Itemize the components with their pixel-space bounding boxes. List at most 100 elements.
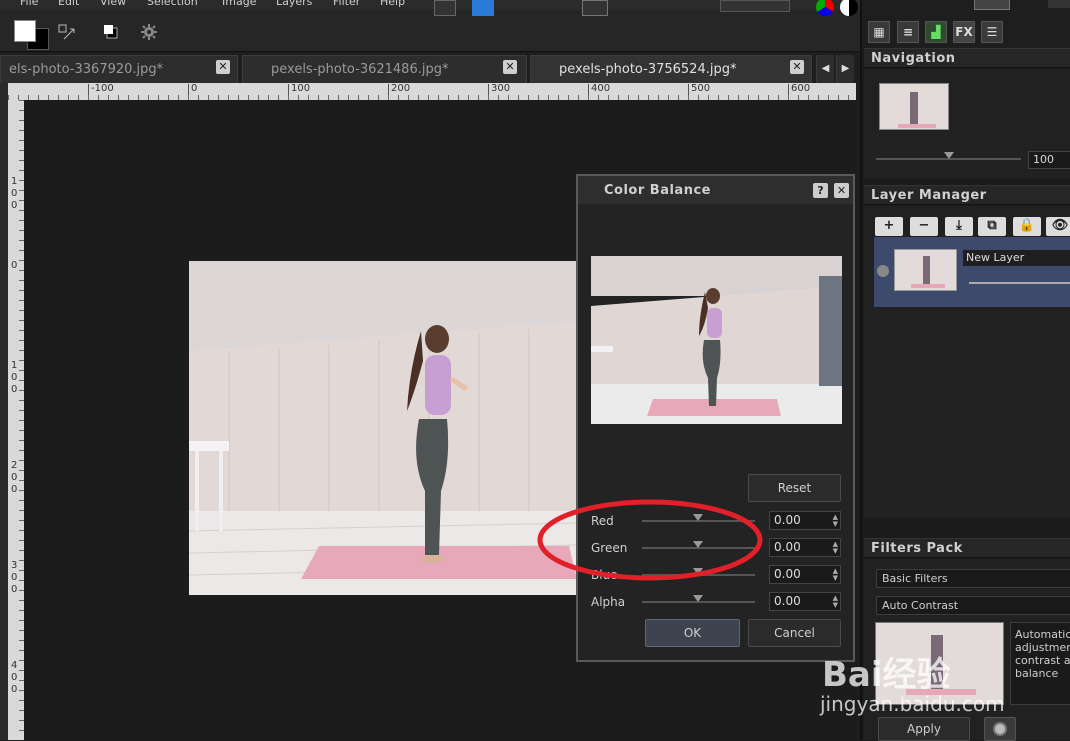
globe-icon	[993, 722, 1007, 736]
filter-select[interactable]: Auto Contrast	[876, 596, 1070, 615]
document-tabs: els-photo-3367920.jpg* ✕ pexels-photo-36…	[0, 53, 860, 83]
filter-description: Automatic adjustment contrast a balance	[1010, 622, 1070, 705]
lock-icon[interactable]: 🔒	[1013, 217, 1041, 236]
list-tab-icon[interactable]: ☰	[981, 21, 1003, 43]
toolbar-tool-button[interactable]	[434, 0, 456, 16]
panel-tabs: ▦ ≡ ▟ FX ☰	[862, 0, 1070, 48]
alpha-label: Alpha	[591, 595, 626, 609]
help-icon[interactable]: ?	[813, 183, 828, 198]
navigation-panel: 100	[864, 69, 1070, 179]
watermark-url: jingyan.baidu.com	[820, 692, 1005, 716]
zoom-input[interactable]: 100	[1028, 151, 1070, 169]
default-colors-icon[interactable]	[103, 24, 119, 40]
tab-prev-icon[interactable]: ◀	[816, 55, 834, 83]
green-value: 0.00	[774, 540, 801, 554]
ruler-label: 2 0 0	[11, 460, 18, 495]
ok-button[interactable]: OK	[645, 619, 740, 647]
spinner-arrows-icon[interactable]: ▲ ▼	[833, 568, 838, 582]
fx-tab[interactable]: FX	[953, 21, 975, 43]
alpha-value-input[interactable]: 0.00 ▲ ▼	[769, 592, 841, 611]
layer-visibility-eye-icon[interactable]	[877, 265, 889, 277]
visibility-icon[interactable]: 👁	[1046, 217, 1070, 236]
vertical-ruler: 1 0 0 0 1 0 0 2 0 0 3 0 0 4 0 0	[8, 100, 24, 740]
delete-layer-button[interactable]: −	[910, 217, 938, 236]
layer-thumbnail	[894, 249, 957, 291]
ruler-label: 1 0 0	[11, 176, 18, 211]
tab-next-icon[interactable]: ▶	[836, 55, 854, 83]
menu-file[interactable]: File	[20, 0, 38, 8]
zoom-slider-thumb[interactable]	[944, 152, 954, 159]
tab-label: pexels-photo-3621486.jpg*	[271, 62, 449, 77]
layer-opacity-slider[interactable]	[969, 282, 1070, 284]
cancel-button[interactable]: Cancel	[748, 619, 841, 647]
contrast-icon[interactable]	[840, 0, 858, 16]
merge-down-icon[interactable]: ⤓	[945, 217, 973, 236]
menu-selection[interactable]: Selection	[147, 0, 198, 8]
ruler-label: 500	[691, 83, 711, 94]
ruler-label: 1 0 0	[11, 360, 18, 395]
menu-filter[interactable]: Filter	[333, 0, 360, 8]
tab-close-icon[interactable]: ✕	[790, 60, 804, 74]
ruler-label: 0	[11, 260, 18, 271]
green-value-input[interactable]: 0.00 ▲ ▼	[769, 538, 841, 557]
histogram-tab-icon[interactable]: ▟	[925, 21, 947, 43]
menu-help[interactable]: Help	[380, 0, 405, 8]
settings-gear-icon[interactable]	[141, 24, 157, 40]
spinner-arrows-icon[interactable]: ▲ ▼	[833, 541, 838, 555]
filters-pack-title: Filters Pack	[871, 541, 963, 556]
blue-value-input[interactable]: 0.00 ▲ ▼	[769, 565, 841, 584]
add-layer-button[interactable]: +	[875, 217, 903, 236]
dialog-titlebar[interactable]: Color Balance ? ✕	[578, 176, 853, 204]
foreground-color-swatch[interactable]	[14, 20, 36, 42]
close-icon[interactable]: ✕	[834, 183, 849, 198]
stack-tab-icon[interactable]: ≡	[897, 21, 919, 43]
toolbar-option-button[interactable]	[582, 0, 608, 16]
ruler-label: 600	[791, 83, 811, 94]
panel-menu-button[interactable]	[974, 0, 1010, 10]
color-balance-dialog: Color Balance ? ✕ Reset Red 0.00 ▲ ▼ Green…	[576, 174, 855, 662]
upload-icon[interactable]	[472, 0, 494, 16]
layer-name-input[interactable]: New Layer	[963, 250, 1070, 266]
ruler-label: 0	[191, 83, 198, 94]
ruler-label: 300	[491, 83, 511, 94]
layer-row[interactable]: New Layer	[874, 237, 1070, 307]
menu-edit[interactable]: Edit	[58, 0, 79, 8]
dialog-title: Color Balance	[604, 183, 711, 198]
swap-colors-icon[interactable]	[58, 24, 76, 42]
annotation-ellipse	[537, 499, 763, 581]
alpha-slider-row: Alpha 0.00 ▲ ▼	[591, 592, 843, 612]
duplicate-layer-icon[interactable]: ⧉	[978, 217, 1006, 236]
toolbar-field[interactable]	[720, 0, 790, 12]
tab-close-icon[interactable]: ✕	[503, 60, 517, 74]
tab-photo-3621486[interactable]: pexels-photo-3621486.jpg*	[242, 55, 527, 83]
color-wheel-icon[interactable]	[816, 0, 834, 16]
menu-layers[interactable]: Layers	[276, 0, 312, 8]
spinner-arrows-icon[interactable]: ▲ ▼	[833, 514, 838, 528]
yoga-photo	[189, 261, 577, 595]
ruler-label: 100	[291, 83, 311, 94]
globe-button[interactable]	[984, 717, 1016, 741]
spinner-arrows-icon[interactable]: ▲ ▼	[833, 595, 838, 609]
blue-value: 0.00	[774, 567, 801, 581]
menu-view[interactable]: View	[100, 0, 126, 8]
tab-photo-3367920[interactable]: els-photo-3367920.jpg*	[0, 55, 238, 83]
navigation-thumbnail[interactable]	[879, 83, 949, 130]
red-value-input[interactable]: 0.00 ▲ ▼	[769, 511, 841, 530]
tab-photo-3756524[interactable]: pexels-photo-3756524.jpg*	[530, 55, 812, 83]
horizontal-ruler: -100 0 100 200 300 400 500 600	[8, 83, 856, 100]
alpha-slider-thumb[interactable]	[693, 595, 703, 602]
layer-manager-header: Layer Manager	[864, 185, 1070, 205]
canvas-image[interactable]	[189, 261, 577, 595]
maximize-icon[interactable]	[1048, 0, 1070, 8]
layers-tab-icon[interactable]: ▦	[868, 21, 890, 43]
watermark-logo: Bai经验	[822, 655, 951, 695]
alpha-value: 0.00	[774, 594, 801, 608]
ruler-label: -100	[91, 83, 114, 94]
apply-button[interactable]: Apply	[878, 717, 970, 741]
ruler-label: 400	[591, 83, 611, 94]
layer-manager-title: Layer Manager	[871, 188, 987, 203]
tab-label: pexels-photo-3756524.jpg*	[559, 62, 737, 77]
tab-close-icon[interactable]: ✕	[216, 60, 230, 74]
menu-image[interactable]: Image	[222, 0, 256, 8]
filter-category-select[interactable]: Basic Filters	[876, 569, 1070, 588]
